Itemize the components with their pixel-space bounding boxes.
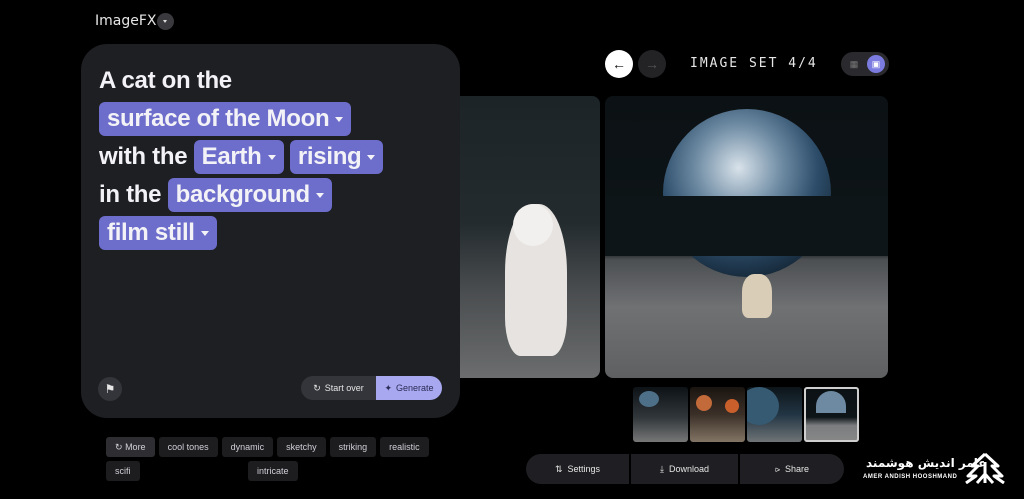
view-toggle[interactable]: ▦ ▣	[841, 52, 889, 76]
arrow-left-icon: ←	[612, 56, 626, 72]
thumbnail-4-selected[interactable]	[804, 387, 859, 442]
share-button[interactable]: ⪧ Share	[740, 454, 844, 484]
prompt-chip-background[interactable]: background	[167, 178, 332, 212]
suggestion-chip[interactable]: sketchy	[277, 437, 326, 457]
chevron-down-icon	[267, 155, 276, 161]
suggestion-chip[interactable]: cool tones	[158, 437, 218, 457]
cat-head	[513, 204, 553, 246]
suggestion-chip[interactable]: dynamic	[221, 437, 274, 457]
start-over-button[interactable]: ↻ Start over	[301, 376, 376, 400]
prompt-text-segment: with the	[99, 143, 188, 170]
flag-icon: ⚑	[104, 382, 116, 396]
generated-image-main[interactable]	[605, 96, 888, 378]
report-button[interactable]: ⚑	[98, 377, 122, 401]
suggestion-chip[interactable]: intricate	[248, 461, 298, 481]
thumbnail-strip	[633, 387, 859, 442]
action-bar: ⇅ Settings ⤓ Download ⪧ Share	[526, 454, 844, 484]
prompt-text: A cat on the surface of the Moon with th…	[99, 62, 449, 252]
sparkle-icon: ✦	[384, 382, 392, 393]
more-suggestions-button[interactable]: ↻ More	[106, 437, 155, 457]
thumbnail-3[interactable]	[747, 387, 802, 442]
cat-figure	[742, 274, 772, 318]
sliders-icon: ⇅	[554, 463, 563, 474]
image-set-label: IMAGE SET 4/4	[690, 56, 818, 71]
arrow-right-icon: →	[645, 56, 659, 72]
prompt-card: A cat on the surface of the Moon with th…	[81, 44, 460, 418]
prompt-chip-subject[interactable]: surface of the Moon	[99, 102, 352, 136]
grid-view-icon[interactable]: ▦	[845, 55, 863, 73]
prompt-chip-style[interactable]: film still	[99, 216, 217, 250]
start-over-label: Start over	[324, 383, 364, 393]
single-view-icon[interactable]: ▣	[867, 55, 885, 73]
download-icon: ⤓	[659, 463, 664, 474]
previous-set-button[interactable]: ←	[605, 50, 633, 78]
app-menu-chevron-icon[interactable]	[157, 13, 174, 30]
chevron-down-icon	[315, 193, 324, 199]
chevron-down-icon	[367, 155, 376, 161]
generate-label: Generate	[396, 383, 434, 393]
suggestion-chip[interactable]: scifi	[106, 461, 140, 481]
thumbnail-1[interactable]	[633, 387, 688, 442]
thumbnail-2[interactable]	[690, 387, 745, 442]
watermark-english-text: AMER ANDISH HOOSHMAND	[863, 474, 958, 480]
earth-night-shadow	[605, 196, 888, 256]
app-title: ImageFX	[95, 13, 157, 29]
chevron-down-icon	[335, 117, 344, 123]
watermark-logo-icon	[965, 452, 1005, 484]
next-set-button[interactable]: →	[638, 50, 666, 78]
refresh-icon: ↻	[115, 442, 123, 452]
generated-image-previous[interactable]	[455, 96, 600, 378]
suggestion-chip[interactable]: striking	[329, 437, 377, 457]
generate-button[interactable]: ✦ Generate	[376, 376, 442, 400]
settings-button[interactable]: ⇅ Settings	[526, 454, 629, 484]
prompt-chip-rising[interactable]: rising	[289, 140, 384, 174]
prompt-chip-earth[interactable]: Earth	[193, 140, 284, 174]
chevron-down-icon	[200, 231, 209, 237]
prompt-text-segment: A cat on the	[99, 67, 232, 94]
share-icon: ⪧	[774, 463, 781, 474]
download-button[interactable]: ⤓ Download	[631, 454, 738, 484]
reset-icon: ↻	[313, 382, 321, 393]
suggestion-chip[interactable]: realistic	[380, 437, 429, 457]
prompt-text-segment: in the	[99, 181, 162, 208]
